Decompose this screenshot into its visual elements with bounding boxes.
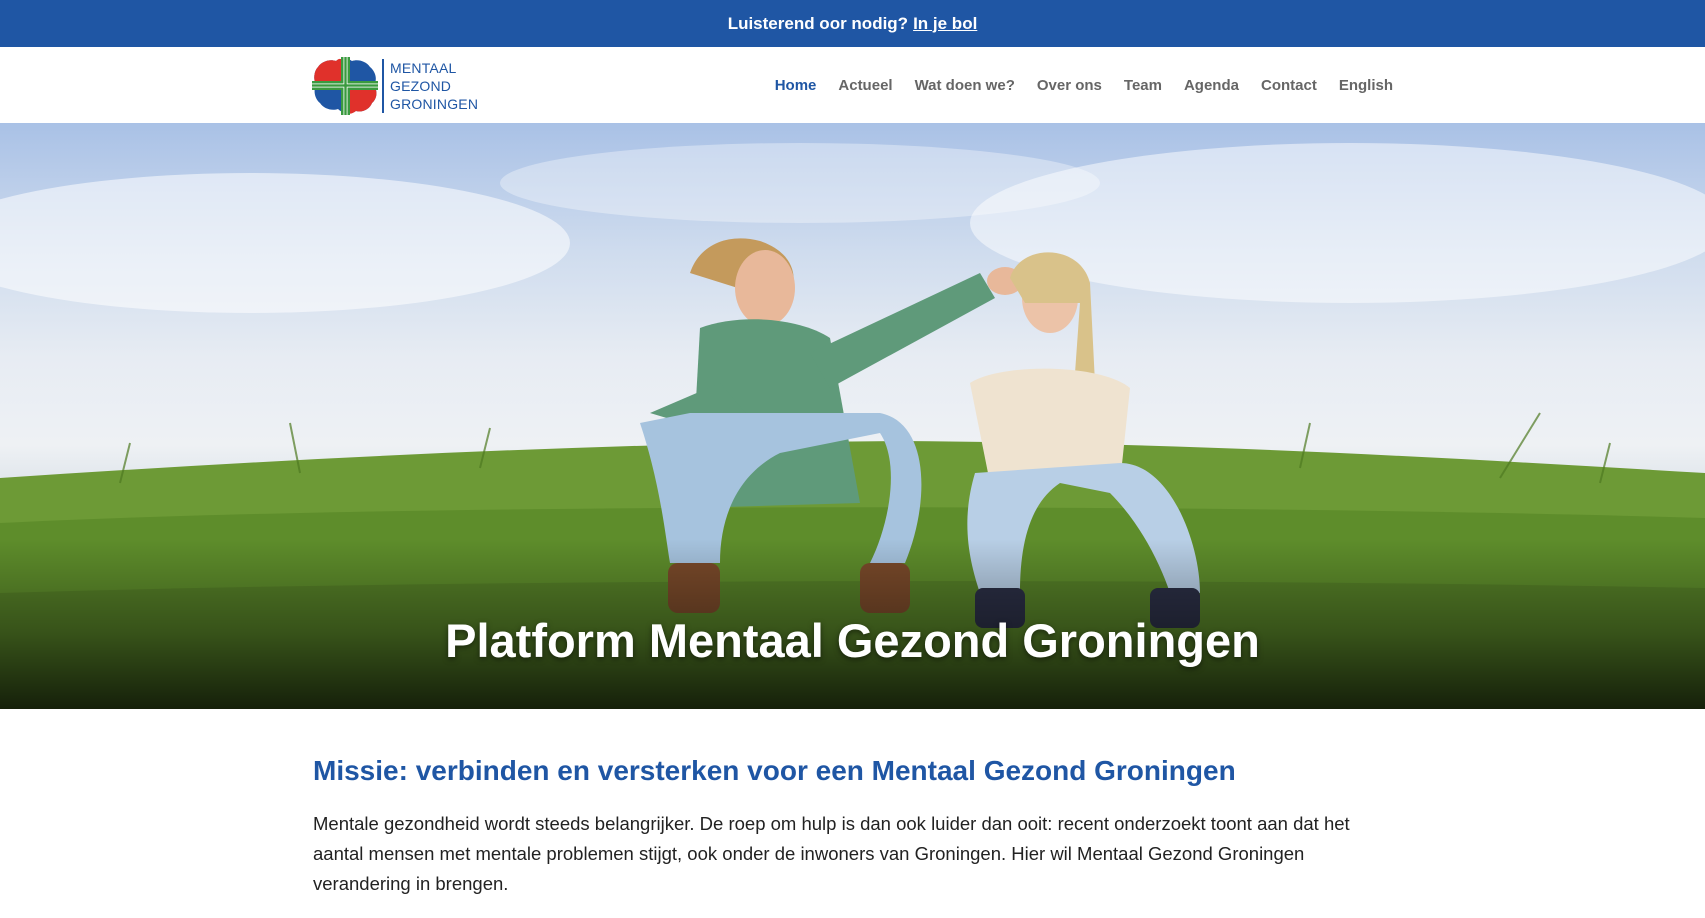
logo-divider	[382, 59, 384, 113]
main-nav: Home Actueel Wat doen we? Over ons Team …	[775, 47, 1393, 123]
logo-wordmark: MENTAAL GEZOND GRONINGEN	[390, 59, 478, 113]
logo-line-2: GEZOND	[390, 78, 452, 94]
nav-item-wat-doen-we[interactable]: Wat doen we?	[915, 77, 1015, 94]
announcement-bar: Luisterend oor nodig? In je bol	[0, 0, 1705, 47]
site-header: MENTAAL GEZOND GRONINGEN Home Actueel Wa…	[0, 47, 1705, 123]
announcement-text: Luisterend oor nodig?	[727, 13, 909, 33]
logo-line-1: MENTAAL	[390, 60, 457, 76]
nav-item-home[interactable]: Home	[775, 77, 817, 94]
nav-item-agenda[interactable]: Agenda	[1184, 77, 1239, 94]
main-content: Missie: verbinden en versterken voor een…	[313, 755, 1393, 899]
mission-heading: Missie: verbinden en versterken voor een…	[313, 755, 1236, 786]
site-logo[interactable]: MENTAAL GEZOND GRONINGEN	[312, 57, 478, 115]
nav-item-contact[interactable]: Contact	[1261, 77, 1317, 94]
nav-item-english[interactable]: English	[1339, 77, 1393, 94]
hero-title: Platform Mentaal Gezond Groningen	[445, 614, 1260, 667]
groningen-flag-heart-logo-icon	[312, 57, 378, 115]
nav-item-actueel[interactable]: Actueel	[838, 77, 892, 94]
logo-line-3: GRONINGEN	[390, 96, 479, 112]
nav-item-over-ons[interactable]: Over ons	[1037, 77, 1102, 94]
mission-paragraph: Mentale gezondheid wordt steeds belangri…	[313, 813, 1350, 894]
hero-banner: Platform Mentaal Gezond Groningen	[0, 123, 1705, 709]
in-je-bol-link[interactable]: In je bol	[913, 14, 977, 34]
nav-item-team[interactable]: Team	[1124, 77, 1162, 94]
